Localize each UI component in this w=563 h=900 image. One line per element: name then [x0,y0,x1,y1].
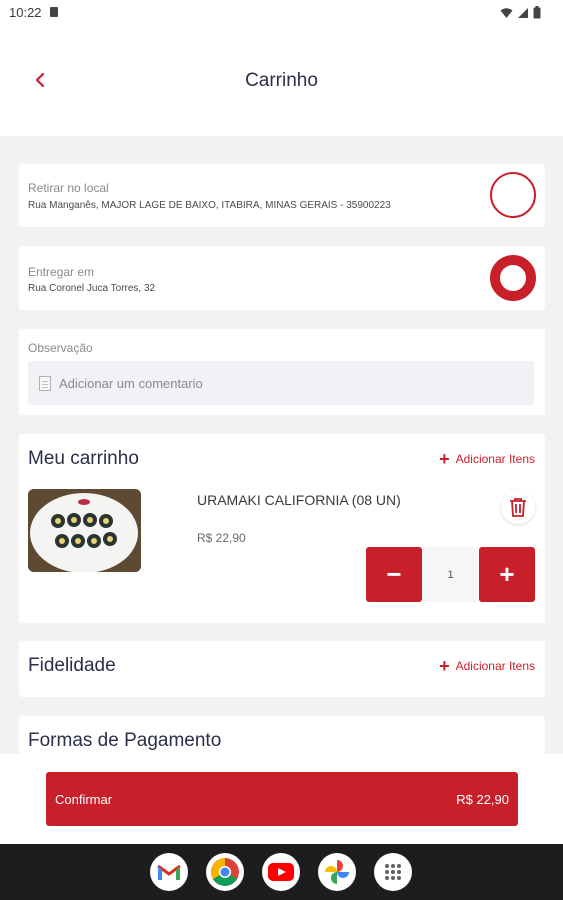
delivery-radio[interactable] [490,255,536,301]
remove-item-button[interactable] [501,490,535,524]
observation-label: Observação [28,341,93,355]
photos-icon[interactable] [318,853,356,891]
product-name: URAMAKI CALIFORNIA (08 UN) [197,492,401,508]
order-total: R$ 22,90 [456,792,509,807]
pickup-label: Retirar no local [28,181,109,195]
loyalty-title: Fidelidade [28,655,116,676]
product-image [28,489,141,572]
minus-icon: − [386,559,402,589]
app-bar: Carrinho [0,26,563,136]
signal-icon [518,7,528,18]
confirm-button[interactable]: Confirmar R$ 22,90 [46,772,518,826]
product-price: R$ 22,90 [197,531,246,545]
decrease-quantity-button[interactable]: − [366,547,422,602]
cart-content[interactable]: Retirar no local Rua Manganês, MAJOR LAG… [0,136,563,754]
quantity-stepper[interactable]: − 1 + [366,547,535,602]
sim-card-icon [50,7,58,17]
quantity-value: 1 [422,547,479,602]
pickup-option[interactable]: Retirar no local Rua Manganês, MAJOR LAG… [19,164,545,227]
add-items-label: Adicionar Itens [455,452,535,466]
delivery-option[interactable]: Entregar em Rua Coronel Juca Torres, 32 [19,246,545,310]
delivery-label: Entregar em [28,265,95,279]
taskbar [0,844,563,900]
delivery-address: Rua Coronel Juca Torres, 32 [28,283,156,294]
confirm-label: Confirmar [55,792,113,807]
status-icons [500,6,541,19]
chrome-icon[interactable] [206,853,244,891]
loyalty-add-items-label: Adicionar Itens [455,659,535,673]
trash-icon [510,498,526,517]
payment-card: Formas de Pagamento [19,716,545,754]
youtube-icon[interactable] [262,853,300,891]
status-bar: 10:22 [0,0,563,26]
gmail-icon[interactable] [150,853,188,891]
plus-icon: + [439,656,450,676]
observation-card: Observação Adicionar um comentario [19,329,545,415]
app-dock [150,853,412,891]
plus-icon: + [499,559,515,589]
increase-quantity-button[interactable]: + [479,547,535,602]
cart-title: Meu carrinho [28,448,139,469]
wifi-icon [500,7,513,18]
pickup-radio[interactable] [490,172,536,218]
cart-card: Meu carrinho + Adicionar Itens URAMAKI C… [19,434,545,623]
payment-title: Formas de Pagamento [28,730,222,751]
add-items-link[interactable]: + Adicionar Itens [439,449,535,469]
status-time: 10:22 [9,5,42,20]
battery-icon [533,6,541,19]
loyalty-add-items-link[interactable]: + Adicionar Itens [439,656,535,676]
loyalty-card: Fidelidade + Adicionar Itens [19,641,545,697]
app-drawer-icon[interactable] [374,853,412,891]
page-title: Carrinho [245,70,318,91]
comment-placeholder: Adicionar um comentario [59,376,203,391]
checkout-bar: Confirmar R$ 22,90 [0,754,563,844]
pickup-address: Rua Manganês, MAJOR LAGE DE BAIXO, ITABI… [28,200,391,211]
sushi-plate-image [28,489,141,572]
note-icon [39,376,51,391]
comment-field[interactable]: Adicionar um comentario [28,361,534,405]
plus-icon: + [439,449,450,469]
